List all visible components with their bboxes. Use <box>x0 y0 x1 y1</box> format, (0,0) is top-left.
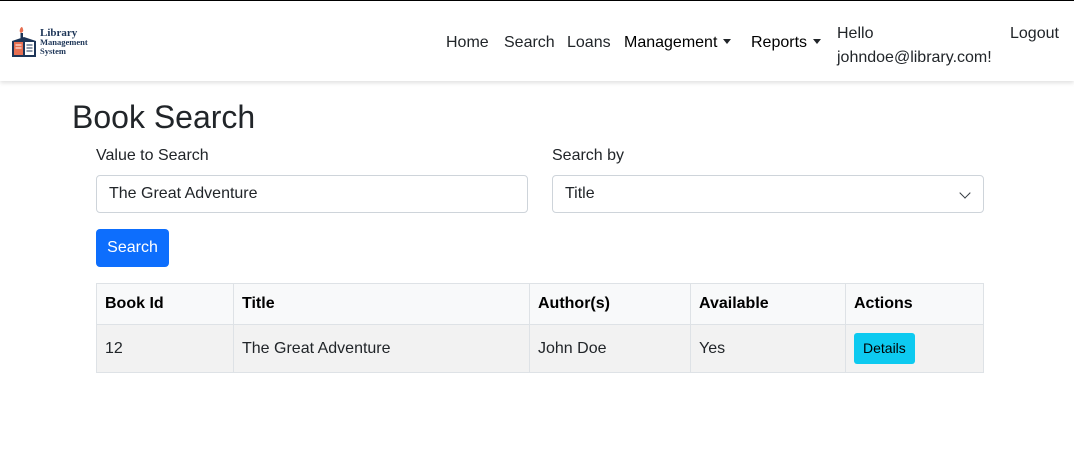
nav-management-label: Management <box>624 34 718 51</box>
chevron-down-icon <box>813 39 822 44</box>
chevron-down-icon <box>959 187 971 199</box>
nav-management-dropdown[interactable]: Management <box>624 34 732 52</box>
greeting-email: johndoe@library.com! <box>837 49 992 66</box>
search-by-select[interactable]: Title <box>552 175 984 213</box>
details-button[interactable]: Details <box>854 333 915 364</box>
cell-book-id: 12 <box>96 324 234 373</box>
library-logo-icon <box>12 27 36 57</box>
column-header-book-id: Book Id <box>96 283 234 325</box>
search-by-selected: Title <box>565 185 595 202</box>
nav-reports-dropdown[interactable]: Reports <box>751 34 822 52</box>
cell-authors: John Doe <box>529 324 691 373</box>
search-button[interactable]: Search <box>96 229 169 267</box>
greeting-hello: Hello <box>837 25 874 42</box>
nav-search-link[interactable]: Search <box>504 34 555 52</box>
nav-home-link[interactable]: Home <box>446 34 489 52</box>
table-row: 12 The Great Adventure John Doe Yes Deta… <box>96 324 984 373</box>
brand-text: Library Management System <box>40 27 88 56</box>
search-by-label: Search by <box>552 147 625 164</box>
results-table: Book Id Title Author(s) Available Action… <box>96 283 984 373</box>
cell-title: The Great Adventure <box>233 324 530 373</box>
logout-link[interactable]: Logout <box>1010 22 1059 46</box>
value-to-search-text: The Great Adventure <box>109 185 258 202</box>
brand-logo[interactable]: Library Management System <box>11 25 88 59</box>
value-to-search-input[interactable]: The Great Adventure <box>96 175 528 213</box>
nav-loans-link[interactable]: Loans <box>567 34 611 52</box>
chevron-down-icon <box>723 39 732 44</box>
cell-actions: Details <box>845 324 984 373</box>
nav-reports-label: Reports <box>751 34 808 51</box>
brand-line-3: System <box>40 45 66 56</box>
column-header-title: Title <box>233 283 530 325</box>
page-title: Book Search <box>72 99 256 135</box>
cell-available: Yes <box>690 324 846 373</box>
column-header-actions: Actions <box>845 283 984 325</box>
user-greeting: Hello johndoe@library.com! <box>837 22 992 70</box>
column-header-authors: Author(s) <box>529 283 691 325</box>
top-navbar: Library Management System Home Search Lo… <box>0 1 1074 81</box>
table-header-row: Book Id Title Author(s) Available Action… <box>96 283 984 325</box>
value-to-search-label: Value to Search <box>96 147 209 164</box>
column-header-available: Available <box>690 283 846 325</box>
